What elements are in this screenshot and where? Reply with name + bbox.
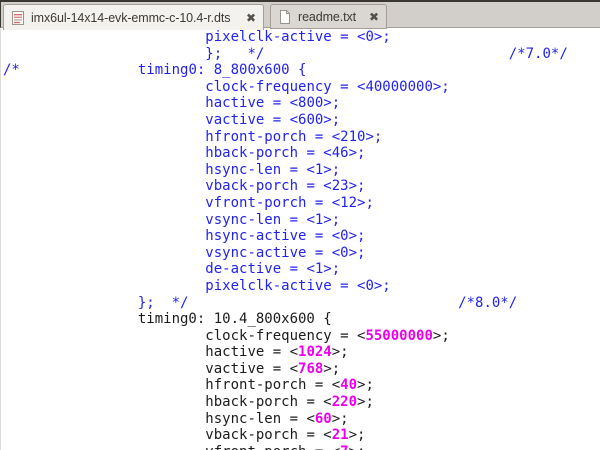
code-line: vback-porch = <21>; bbox=[3, 427, 600, 444]
code-line: vfront-porch = <12>; bbox=[3, 195, 600, 212]
code-line: vfront-porch = <7>; bbox=[3, 444, 600, 450]
code-line: hfront-porch = <40>; bbox=[3, 377, 600, 394]
close-icon[interactable]: ✖ bbox=[246, 12, 256, 24]
code-line: hsync-active = <0>; bbox=[3, 228, 600, 245]
code-line: hfront-porch = <210>; bbox=[3, 129, 600, 146]
tab-label: readme.txt bbox=[298, 10, 363, 24]
code-line: hsync-len = <60>; bbox=[3, 411, 600, 428]
code-line: clock-frequency = <40000000>; bbox=[3, 79, 600, 96]
tab-readme[interactable]: readme.txt ✖ bbox=[270, 4, 387, 29]
code-line: vsync-len = <1>; bbox=[3, 212, 600, 229]
code-line: pixelclk-active = <0>; bbox=[3, 278, 600, 295]
code-line: pixelclk-active = <0>; bbox=[3, 29, 600, 46]
text-editor-area[interactable]: pixelclk-active = <0>; }; */ /*7.0*//* t… bbox=[0, 28, 600, 450]
code-line: vactive = <600>; bbox=[3, 112, 600, 129]
code-line: vsync-active = <0>; bbox=[3, 245, 600, 262]
tab-bar: imx6ul-14x14-evk-emmc-c-10.4-r.dts ✖ rea… bbox=[0, 0, 600, 28]
code-line: }; */ /*8.0*/ bbox=[3, 295, 600, 312]
code-line: }; */ /*7.0*/ bbox=[3, 46, 600, 63]
code-line: timing0: 10.4_800x600 { bbox=[3, 311, 600, 328]
code-line: hback-porch = <220>; bbox=[3, 394, 600, 411]
code-line: de-active = <1>; bbox=[3, 261, 600, 278]
code-editor: pixelclk-active = <0>; }; */ /*7.0*//* t… bbox=[1, 28, 600, 450]
code-line: /* timing0: 8_800x600 { bbox=[3, 62, 600, 79]
code-line: hactive = <800>; bbox=[3, 95, 600, 112]
text-file-icon bbox=[278, 9, 292, 25]
code-line: hsync-len = <1>; bbox=[3, 162, 600, 179]
dts-file-icon bbox=[11, 10, 25, 26]
tab-label: imx6ul-14x14-evk-emmc-c-10.4-r.dts bbox=[31, 11, 240, 25]
close-icon[interactable]: ✖ bbox=[369, 11, 379, 23]
editor-window: imx6ul-14x14-evk-emmc-c-10.4-r.dts ✖ rea… bbox=[0, 0, 600, 450]
code-line: clock-frequency = <55000000>; bbox=[3, 328, 600, 345]
code-line: vactive = <768>; bbox=[3, 361, 600, 378]
code-line: hback-porch = <46>; bbox=[3, 145, 600, 162]
code-line: vback-porch = <23>; bbox=[3, 178, 600, 195]
code-line: hactive = <1024>; bbox=[3, 344, 600, 361]
tab-dts-file[interactable]: imx6ul-14x14-evk-emmc-c-10.4-r.dts ✖ bbox=[3, 4, 264, 30]
